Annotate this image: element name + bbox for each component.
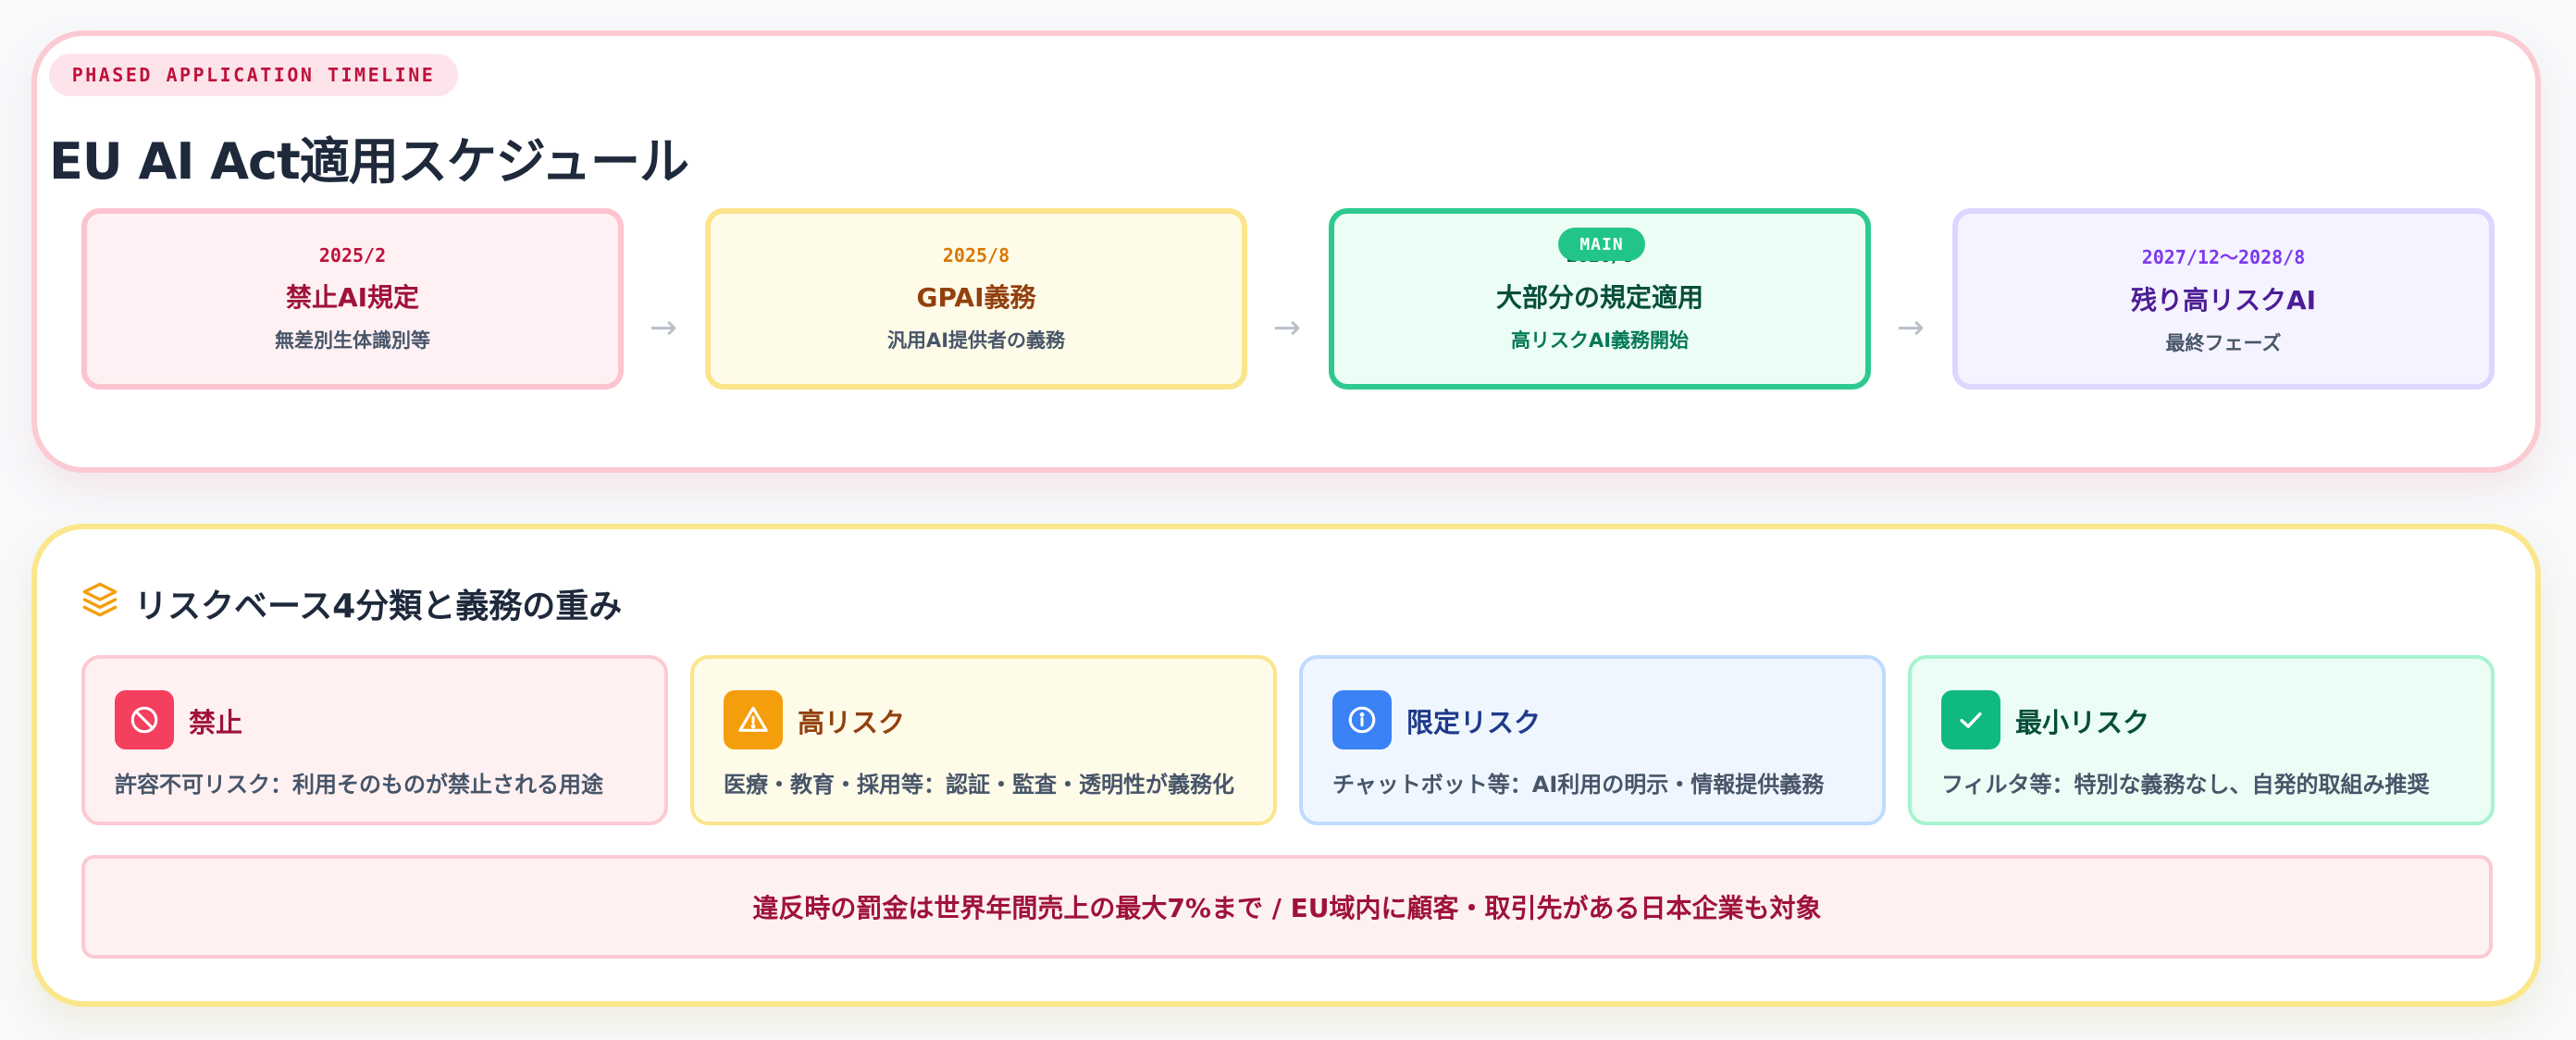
ban-icon — [115, 690, 174, 749]
risk-description: チャットボット等：AI利用の明示・情報提供義務 — [1332, 772, 1825, 798]
risk-card-limited: 限定リスク チャットボット等：AI利用の明示・情報提供義務 — [1299, 655, 1886, 825]
phase-subtitle: 汎用AI提供者の義務 — [886, 329, 1066, 352]
arrow-right-icon: → — [1896, 309, 1926, 347]
risk-section-title: リスクベース4分類と義務の重み — [134, 588, 623, 625]
phase-card-2027-2028: 2027/12〜2028/8 残り高リスクAI 最終フェーズ — [1952, 208, 2495, 390]
phase-title: GPAI義務 — [916, 282, 1036, 313]
phase-title: 大部分の規定適用 — [1495, 282, 1703, 313]
risk-description: 許容不可リスク：利用そのものが禁止される用途 — [115, 772, 603, 798]
risk-card-high: 高リスク 医療・教育・採用等：認証・監査・透明性が義務化 — [690, 655, 1277, 825]
timeline-title: EU AI Act適用スケジュール — [49, 132, 689, 191]
risk-name: 禁止 — [189, 707, 243, 738]
phase-subtitle: 高リスクAI義務開始 — [1510, 329, 1690, 352]
risk-description: 医療・教育・採用等：認証・監査・透明性が義務化 — [724, 772, 1234, 798]
phase-subtitle: 最終フェーズ — [2165, 331, 2282, 354]
risk-name: 高リスク — [798, 707, 906, 738]
warning-icon — [724, 690, 783, 749]
risk-description: フィルタ等：特別な義務なし、自発的取組み推奨 — [1941, 772, 2430, 798]
main-badge: MAIN — [1558, 228, 1645, 261]
arrow-right-icon: → — [1272, 309, 1302, 347]
phase-date: 2025/2 — [318, 244, 387, 266]
risk-name: 最小リスク — [2015, 707, 2150, 738]
layers-icon — [82, 582, 118, 617]
risk-card-minimal: 最小リスク フィルタ等：特別な義務なし、自発的取組み推奨 — [1908, 655, 2495, 825]
phase-date: 2025/8 — [942, 244, 1010, 266]
phase-date: 2027/12〜2028/8 — [2141, 245, 2306, 268]
arrow-right-icon: → — [649, 309, 678, 347]
phase-card-2025-2: 2025/2 禁止AI規定 無差別生体識別等 — [81, 208, 624, 390]
risk-name: 限定リスク — [1406, 707, 1542, 738]
penalty-banner: 違反時の罰金は世界年間売上の最大7%まで / EU域内に顧客・取引先がある日本企… — [81, 855, 2493, 959]
phase-card-2025-8: 2025/8 GPAI義務 汎用AI提供者の義務 — [705, 208, 1247, 390]
phase-title: 禁止AI規定 — [285, 282, 420, 313]
phase-title: 残り高リスクAI — [2130, 284, 2317, 316]
phase-subtitle: 無差別生体識別等 — [275, 329, 430, 352]
timeline-tag: PHASED APPLICATION TIMELINE — [49, 54, 458, 96]
risk-card-prohibited: 禁止 許容不可リスク：利用そのものが禁止される用途 — [81, 655, 668, 825]
check-icon — [1941, 690, 2000, 749]
info-icon — [1332, 690, 1392, 749]
